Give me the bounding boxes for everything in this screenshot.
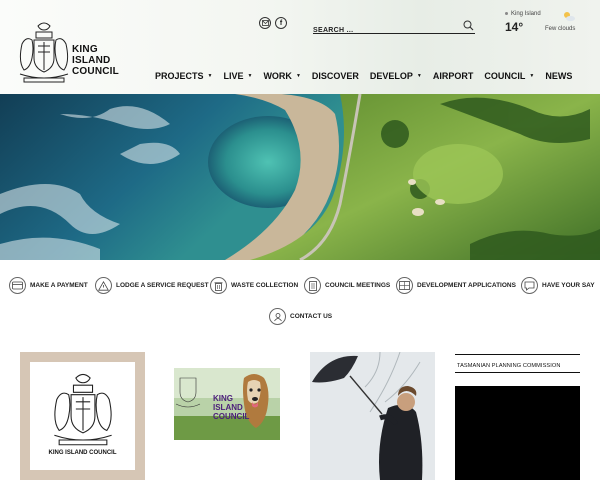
search-bar: [313, 19, 475, 34]
brand-line: COUNCIL: [72, 66, 119, 77]
speech-bubble-icon: [521, 277, 538, 294]
search-input[interactable]: [313, 27, 453, 34]
site-logo[interactable]: KING ISLAND COUNCIL: [18, 20, 128, 88]
quick-link-development-applications[interactable]: DEVELOPMENT APPLICATIONS: [396, 277, 516, 294]
weather-location-label: King Island: [511, 11, 541, 17]
tpc-banner: TASMANIAN PLANNING COMMISSION: [455, 352, 580, 386]
coat-of-arms-image: [54, 373, 112, 446]
nav-label: NEWS: [545, 71, 573, 81]
brand-line: KING: [72, 44, 98, 55]
quick-link-label: COUNCIL MEETINGS: [325, 282, 391, 289]
hero-aerial-image: [0, 94, 600, 260]
caret-down-icon: ▼: [416, 73, 422, 79]
tpc-top-rule: [455, 354, 580, 355]
nav-label: PROJECTS: [155, 71, 204, 81]
nav-item-news[interactable]: NEWS: [545, 71, 572, 81]
card-council-crest[interactable]: KING ISLAND COUNCIL: [20, 352, 145, 480]
quick-link-label: WASTE COLLECTION: [231, 282, 299, 289]
tpc-bottom-rule: [455, 372, 580, 373]
brand-line: KING: [213, 394, 233, 403]
nav-label: WORK: [263, 71, 292, 81]
caret-down-icon: ▼: [207, 73, 213, 79]
weather-widget: King Island 14° Few clouds: [505, 9, 585, 37]
brand-name: KING ISLAND COUNCIL: [72, 44, 119, 77]
quick-link-make-a-payment[interactable]: MAKE A PAYMENT: [9, 277, 88, 294]
caret-down-icon: ▼: [247, 73, 253, 79]
social-links: f: [259, 17, 287, 29]
quick-link-have-your-say[interactable]: HAVE YOUR SAY: [521, 277, 595, 294]
quick-links: MAKE A PAYMENT LODGE A SERVICE REQUEST W…: [0, 260, 600, 340]
nav-item-develop[interactable]: DEVELOP ▼: [370, 71, 422, 81]
weather-temperature: 14°: [505, 20, 524, 34]
nav-item-live[interactable]: LIVE ▼: [223, 71, 252, 81]
payment-icon: [9, 277, 26, 294]
nav-item-work[interactable]: WORK ▼: [263, 71, 300, 81]
facebook-glyph: f: [279, 19, 283, 27]
quick-link-label: MAKE A PAYMENT: [30, 282, 88, 289]
person-with-umbrella-image: [310, 352, 435, 480]
brand-line: ISLAND: [72, 55, 111, 66]
plans-icon: [396, 277, 413, 294]
email-icon[interactable]: [259, 17, 271, 29]
nav-item-council[interactable]: COUNCIL ▼: [484, 71, 534, 81]
facebook-icon[interactable]: f: [275, 17, 287, 29]
warning-icon: [95, 277, 112, 294]
card-windy-weather[interactable]: [310, 352, 435, 480]
brand-line: ISLAND: [213, 403, 243, 412]
nav-label: DEVELOP: [369, 71, 413, 81]
nav-item-projects[interactable]: PROJECTS ▼: [155, 71, 212, 81]
weather-location: King Island: [505, 11, 541, 17]
quick-link-label: LODGE A SERVICE REQUEST: [116, 282, 209, 289]
card-brand-overlay: KING ISLAND COUNCIL: [213, 394, 249, 421]
site-header: KING ISLAND COUNCIL f King Island 14° Fe…: [0, 0, 600, 94]
card-caption: KING ISLAND COUNCIL: [48, 450, 117, 456]
quick-link-label: DEVELOPMENT APPLICATIONS: [417, 282, 516, 289]
quick-link-council-meetings[interactable]: COUNCIL MEETINGS: [304, 277, 390, 294]
quick-link-label: CONTACT US: [290, 313, 333, 320]
quick-link-label: HAVE YOUR SAY: [542, 282, 595, 289]
quick-link-lodge-a-service-request[interactable]: LODGE A SERVICE REQUEST: [95, 277, 209, 294]
nav-label: DISCOVER: [311, 71, 359, 81]
nav-label: COUNCIL: [484, 71, 526, 81]
document-icon: [304, 277, 321, 294]
bin-icon: [210, 277, 227, 294]
card-council-dog[interactable]: KING ISLAND COUNCIL: [165, 352, 290, 480]
tpc-heading: TASMANIAN PLANNING COMMISSION: [457, 363, 561, 369]
quick-link-waste-collection[interactable]: WASTE COLLECTION: [210, 277, 298, 294]
main-nav: PROJECTS ▼ LIVE ▼ WORK ▼ DISCOVER DEVELOP ▼ …: [155, 71, 572, 81]
brand-line: COUNCIL: [213, 412, 250, 421]
nav-label: AIRPORT: [432, 71, 474, 81]
card-tasmanian-planning-commission[interactable]: TASMANIAN PLANNING COMMISSION: [455, 352, 580, 480]
search-icon[interactable]: [463, 20, 474, 31]
contact-icon: [269, 308, 286, 325]
weather-description: Few clouds: [545, 26, 576, 32]
few-clouds-icon: [564, 12, 575, 22]
nav-label: LIVE: [223, 71, 244, 81]
nav-item-airport[interactable]: AIRPORT: [433, 71, 474, 81]
quick-link-contact-us[interactable]: CONTACT US: [269, 308, 332, 325]
caret-down-icon: ▼: [295, 73, 301, 79]
nav-item-discover[interactable]: DISCOVER: [312, 71, 359, 81]
card-image-frame: KING ISLAND COUNCIL: [30, 362, 135, 470]
caret-down-icon: ▼: [529, 73, 535, 79]
coat-of-arms-logo: [19, 22, 69, 83]
